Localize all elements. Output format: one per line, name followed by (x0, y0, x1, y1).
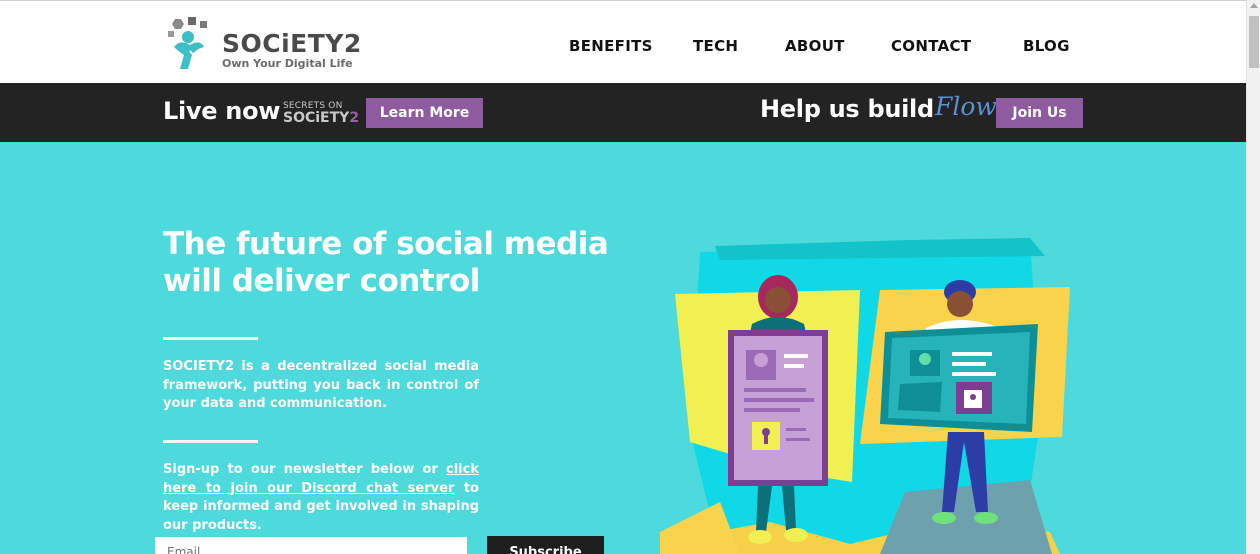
live-now-label: Live now (163, 97, 281, 125)
nav-contact[interactable]: CONTACT (891, 37, 971, 55)
divider (163, 337, 258, 340)
hero-section: The future of social media will deliver … (0, 142, 1246, 554)
secrets-brand: SOCiETY2 (283, 110, 360, 126)
hero-title-line-1: The future of social media (163, 226, 609, 262)
nav-blog[interactable]: BLOG (1023, 37, 1070, 55)
nav-about[interactable]: ABOUT (785, 37, 845, 55)
nav-benefits[interactable]: BENEFITS (569, 37, 653, 55)
promo-bar: Live now SECRETS ON SOCiETY2 Learn More … (0, 83, 1246, 142)
learn-more-button[interactable]: Learn More (366, 98, 483, 128)
hero-title: The future of social media will deliver … (163, 226, 633, 300)
divider (163, 440, 258, 443)
main-nav: BENEFITS TECH ABOUT CONTACT BLOG (0, 37, 1246, 57)
scroll-up-arrow-icon[interactable] (1250, 3, 1258, 8)
site-header: SOCiETY2 Own Your Digital Life BENEFITS … (0, 0, 1246, 83)
help-us-build-label: Help us build (760, 95, 934, 123)
nav-tech[interactable]: TECH (693, 37, 738, 55)
vertical-scrollbar[interactable] (1246, 0, 1260, 554)
logo-tagline: Own Your Digital Life (222, 57, 353, 70)
secrets-logo: SECRETS ON SOCiETY2 (283, 101, 363, 125)
subscribe-button[interactable]: Subscribe (487, 536, 604, 554)
join-us-button[interactable]: Join Us (996, 98, 1083, 128)
scroll-thumb[interactable] (1249, 16, 1259, 68)
hero-description: SOCIETY2 is a decentralized social media… (163, 359, 479, 411)
hero-illustration (660, 238, 1070, 554)
signup-text: Sign-up to our newsletter below or click… (163, 462, 479, 533)
hero-title-line-2: will deliver control (163, 263, 480, 299)
flow-logo: Flow (935, 92, 997, 121)
email-input[interactable] (155, 537, 467, 554)
